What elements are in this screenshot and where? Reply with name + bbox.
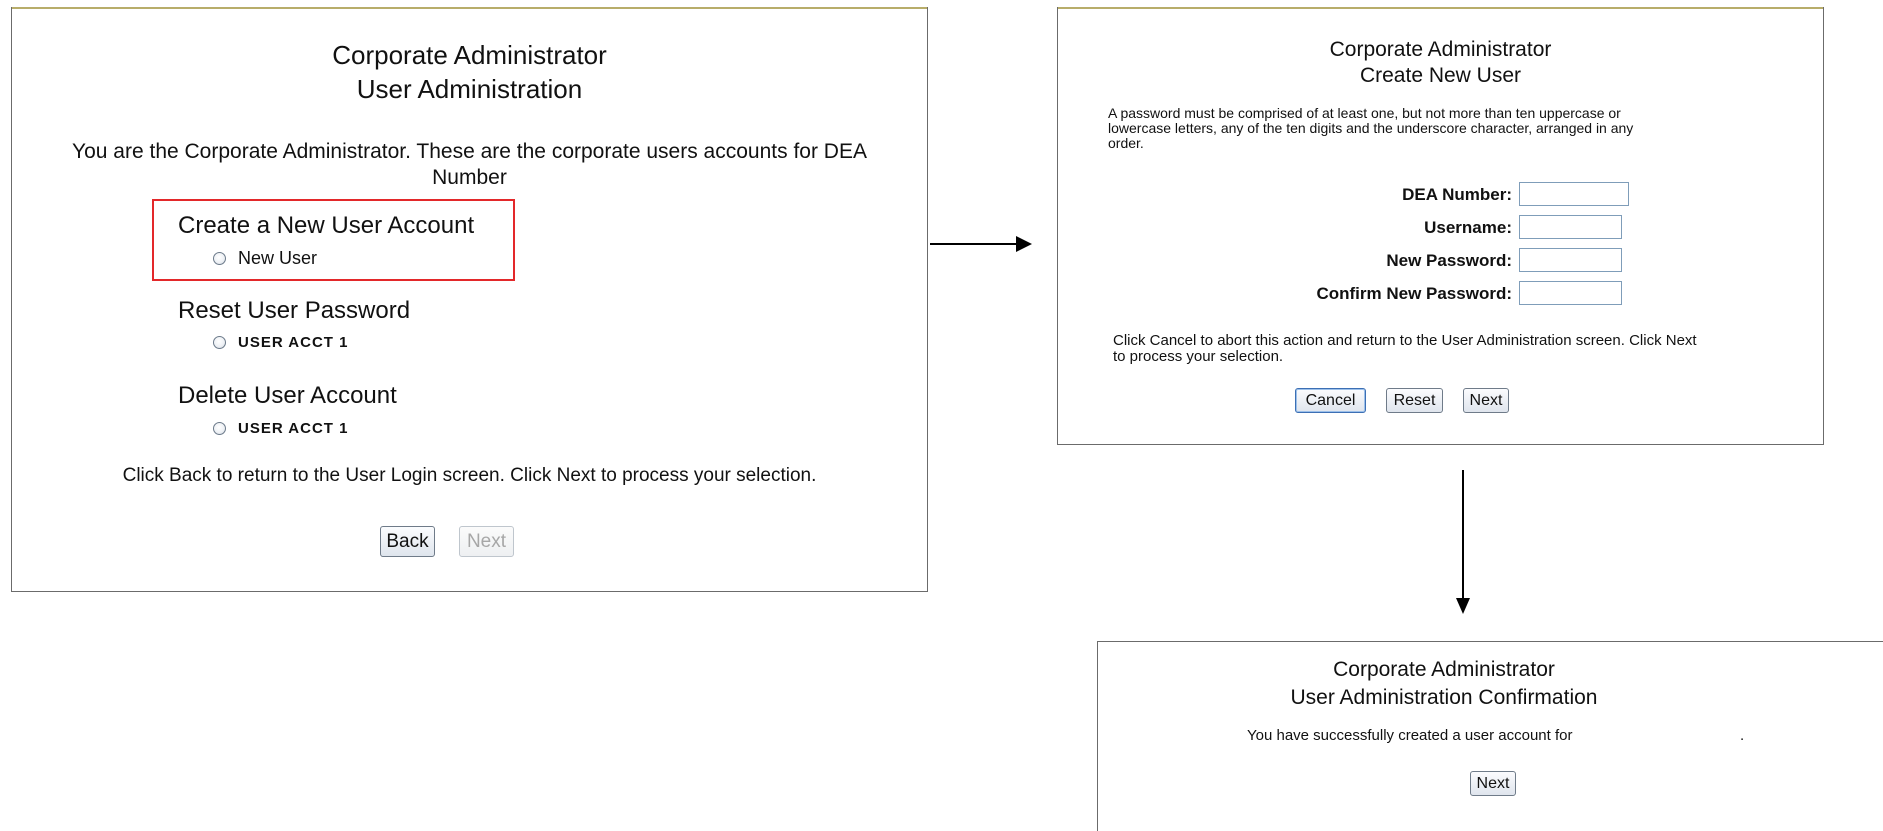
create-account-section-title: Create a New User Account [178, 212, 475, 239]
panel-title-line2: User Administration Confirmation [1290, 686, 1598, 709]
create-help-line2: to process your selection. [1113, 348, 1284, 365]
username-label: Username: [1424, 218, 1512, 237]
next-button[interactable]: Next [1470, 771, 1516, 796]
new-user-radio[interactable] [213, 252, 226, 265]
delete-user-acct-label: USER ACCT 1 [238, 420, 349, 437]
delete-account-section-title: Delete User Account [178, 382, 397, 409]
reset-password-section-title: Reset User Password [178, 297, 411, 324]
panel-title-line1: Corporate Administrator [1333, 658, 1555, 681]
panel-title-line1: Corporate Administrator [332, 40, 607, 70]
delete-user-acct-option[interactable]: USER ACCT 1 [213, 420, 348, 437]
dea-number-label: DEA Number: [1402, 185, 1512, 204]
next-button[interactable]: Next [1463, 388, 1509, 413]
new-password-label: New Password: [1386, 251, 1512, 270]
reset-user-acct-radio[interactable] [213, 336, 226, 349]
intro-text-line1: You are the Corporate Administrator. The… [72, 140, 867, 163]
flow-arrow-right-icon [1016, 236, 1032, 252]
create-new-user-panel: Corporate Administrator Create New User … [1057, 7, 1824, 445]
reset-user-acct-option[interactable]: USER ACCT 1 [213, 334, 348, 351]
new-password-row: New Password: [1058, 248, 1823, 274]
confirm-password-row: Confirm New Password: [1058, 281, 1823, 307]
password-rules-line2: lowercase letters, any of the ten digits… [1108, 120, 1634, 136]
flow-arrow-down-icon [1456, 598, 1470, 614]
navigation-help-text: Click Back to return to the User Login s… [122, 465, 817, 486]
user-administration-panel: Corporate Administrator User Administrat… [11, 7, 928, 592]
panel-title-line1: Corporate Administrator [1329, 38, 1552, 61]
password-rules-line3: order. [1108, 135, 1144, 151]
new-user-option[interactable]: New User [213, 248, 317, 269]
confirm-password-label: Confirm New Password: [1316, 284, 1512, 303]
new-password-input[interactable] [1519, 248, 1622, 272]
dea-number-row: DEA Number: [1058, 182, 1823, 208]
username-row: Username: [1058, 215, 1823, 241]
reset-button[interactable]: Reset [1386, 388, 1443, 413]
create-help-line1: Click Cancel to abort this action and re… [1113, 332, 1697, 349]
confirmation-message: You have successfully created a user acc… [1247, 727, 1573, 744]
reset-user-acct-label: USER ACCT 1 [238, 334, 349, 351]
panel-title-line2: User Administration [356, 74, 583, 104]
username-input[interactable] [1519, 215, 1622, 239]
flow-arrow-right-line [930, 243, 1030, 245]
delete-user-acct-radio[interactable] [213, 422, 226, 435]
flow-arrow-down-line [1462, 470, 1464, 600]
cancel-button[interactable]: Cancel [1295, 388, 1366, 413]
next-button-disabled[interactable]: Next [459, 526, 514, 557]
intro-text-line2: Number [432, 166, 507, 189]
new-user-label: New User [238, 248, 318, 268]
panel-top-border [12, 7, 927, 9]
confirmation-message-end: . [1740, 727, 1745, 744]
panel-top-border [1058, 7, 1823, 9]
confirmation-panel: Corporate Administrator User Administrat… [1097, 641, 1883, 831]
back-button[interactable]: Back [380, 526, 435, 557]
dea-number-input[interactable] [1519, 182, 1629, 206]
panel-title-line2: Create New User [1359, 64, 1522, 87]
password-rules-line1: A password must be comprised of at least… [1108, 105, 1621, 121]
confirm-password-input[interactable] [1519, 281, 1622, 305]
